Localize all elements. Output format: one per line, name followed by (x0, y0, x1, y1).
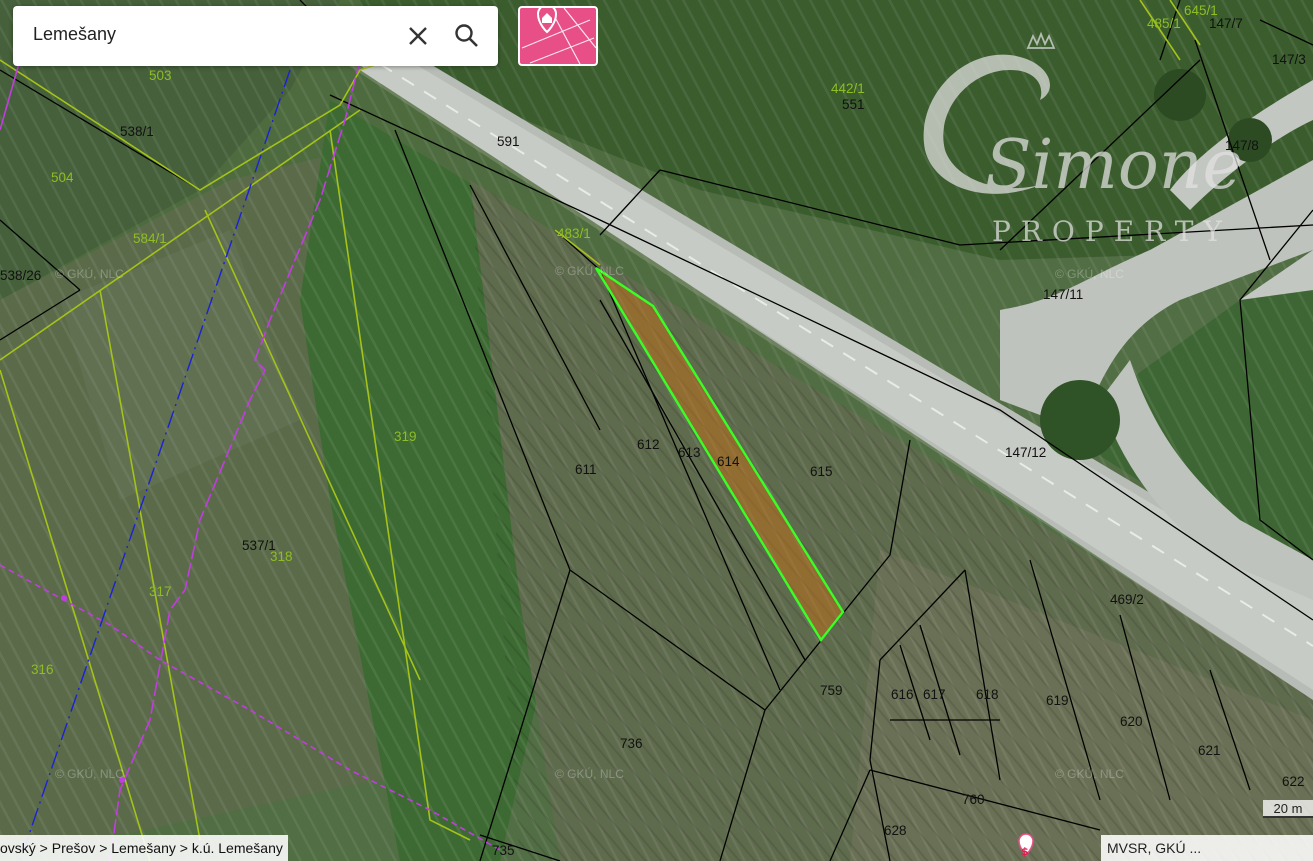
parcel-label: 442/1 (831, 81, 865, 96)
parcel-label: 645/1 (1184, 3, 1218, 18)
parcel-label: 616 (891, 687, 914, 702)
parcel-label: 538/1 (120, 124, 154, 139)
parcel-label: 147/3 (1272, 52, 1306, 67)
parcel-label: 622 (1282, 774, 1305, 789)
parcel-label: 504 (51, 170, 74, 185)
parcel-label: 736 (620, 736, 643, 751)
parcel-label: 538/26 (0, 268, 41, 283)
parcel-label: 615 (810, 464, 833, 479)
tile-watermark: © GKÚ, NLC (55, 766, 124, 781)
parcel-label: 147/8 (1225, 138, 1259, 153)
parcel-label: 318 (270, 549, 293, 564)
parcel-label: 147/12 (1005, 445, 1046, 460)
parcel-label: 503 (149, 68, 172, 83)
tile-watermark: © GKÚ, NLC (1055, 766, 1124, 781)
parcel-label: 612 (637, 437, 660, 452)
parcel-label: 613 (678, 445, 701, 460)
map-pin-layer-icon (521, 8, 596, 64)
parcel-label: 317 (149, 584, 172, 599)
parcel-label: 617 (923, 687, 946, 702)
parcel-label: 316 (31, 662, 54, 677)
tile-watermark: © GKÚ, NLC (555, 766, 624, 781)
parcel-label: 485/1 (1147, 16, 1181, 31)
tile-watermark: © GKÚ, NLC (1055, 266, 1124, 281)
parcel-label: 469/2 (1110, 592, 1144, 607)
parcel-label: 483/1 (557, 226, 591, 241)
parcel-label: 591 (497, 134, 520, 149)
search-box: Lemešany (13, 6, 498, 66)
close-icon[interactable] (402, 20, 434, 52)
parcel-label: 759 (820, 683, 843, 698)
svg-text:$: $ (1021, 845, 1029, 858)
tile-watermark: © GKÚ, NLC (55, 266, 124, 281)
parcel-label: 619 (1046, 693, 1069, 708)
brand-watermark-sub: PROPERTY (992, 215, 1232, 248)
selected-parcel-label: 614 (717, 454, 740, 469)
parcel-label: 760 (962, 792, 985, 807)
admin-point (61, 595, 67, 601)
search-icon[interactable] (451, 20, 483, 52)
breadcrumb[interactable]: ovský > Prešov > Lemešany > k.ú. Lemešan… (0, 835, 288, 861)
parcel-label: 147/7 (1209, 16, 1243, 31)
brand-watermark-name: Simone (985, 126, 1243, 205)
parcel-label: 319 (394, 429, 417, 444)
map-attribution[interactable]: MVSR, GKÚ ... (1101, 835, 1313, 861)
parcel-label: 628 (884, 823, 907, 838)
parcel-label: 147/11 (1043, 287, 1083, 302)
cadastral-map[interactable]: © GKÚ, NLC © GKÚ, NLC © GKÚ, NLC © GKÚ, … (0, 0, 1313, 861)
parcel-label: 618 (976, 687, 999, 702)
parcel-label: 620 (1120, 714, 1143, 729)
parcel-label: 611 (575, 462, 597, 477)
parcel-label: 584/1 (133, 231, 167, 246)
search-input[interactable]: Lemešany (33, 24, 116, 45)
scale-bar: 20 m (1263, 800, 1313, 818)
tile-watermark: © GKÚ, NLC (555, 263, 624, 278)
parcel-label: 551 (842, 97, 865, 112)
parcel-label: 735 (492, 843, 515, 858)
layer-toggle-button[interactable] (518, 6, 598, 66)
parcel-label: 621 (1198, 743, 1221, 758)
